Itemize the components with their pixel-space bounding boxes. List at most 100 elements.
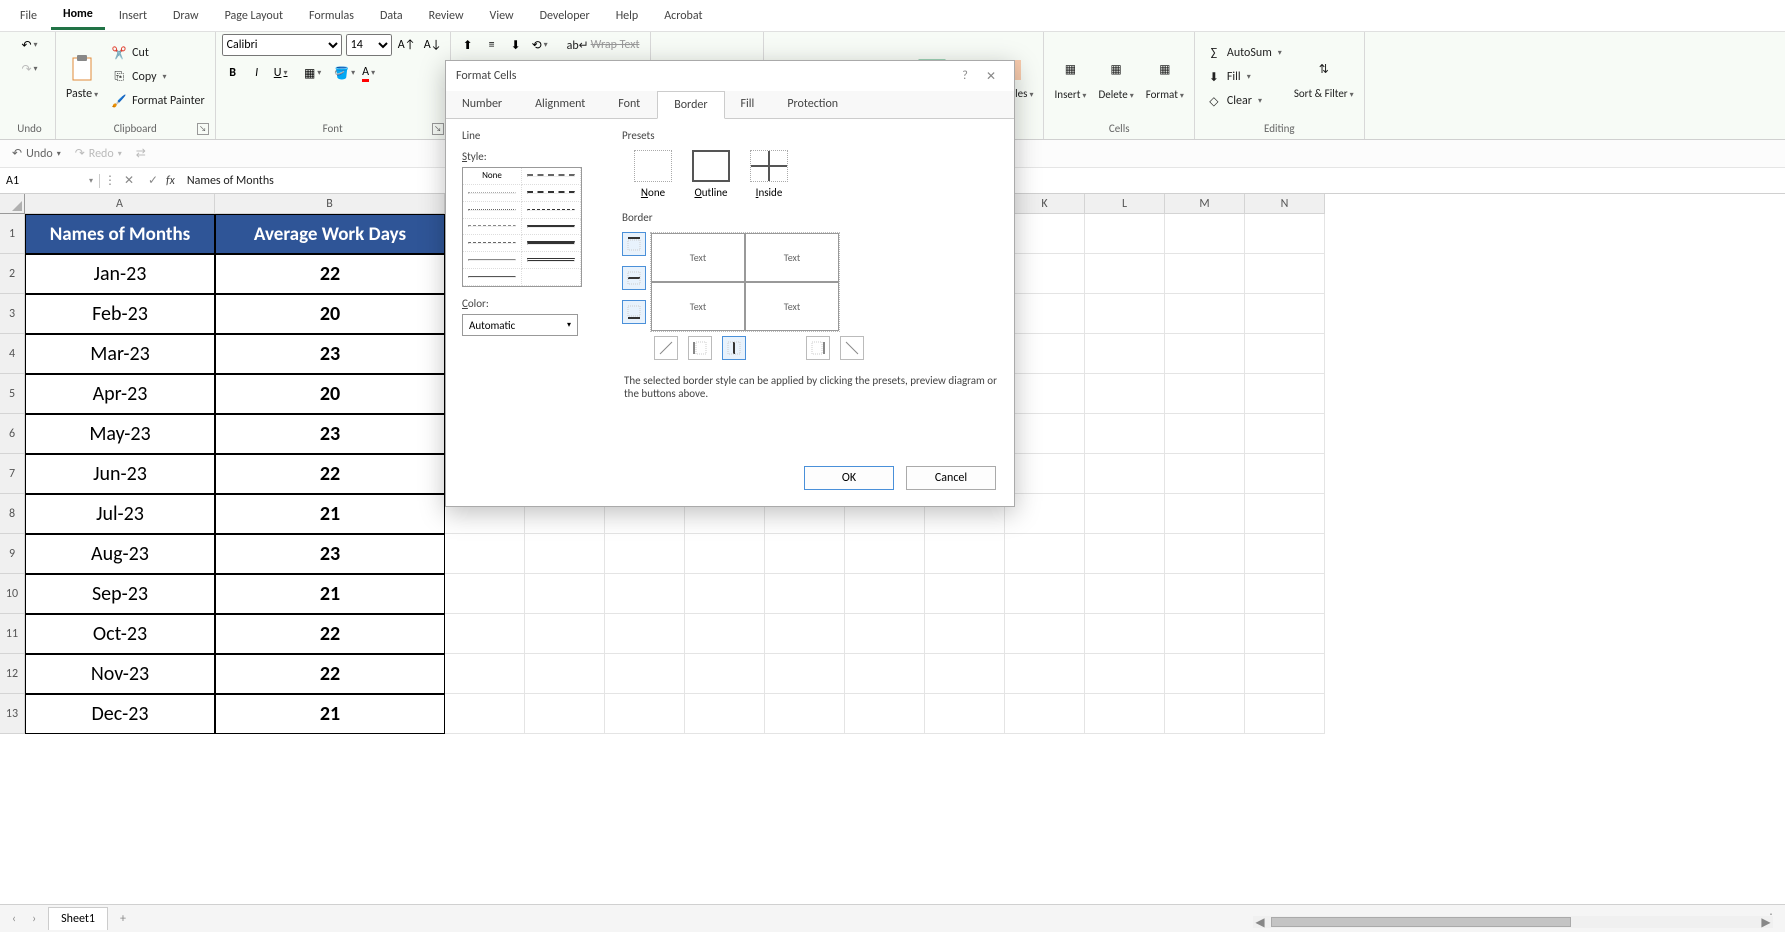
sheet-tab[interactable]: Sheet1	[48, 907, 108, 930]
cell[interactable]	[1085, 534, 1165, 574]
cell[interactable]	[1245, 454, 1325, 494]
menu-review[interactable]: Review	[417, 3, 476, 29]
cell[interactable]	[685, 654, 765, 694]
cell[interactable]	[1005, 294, 1085, 334]
cell[interactable]: Feb-23	[25, 294, 215, 334]
cell[interactable]	[525, 694, 605, 734]
dialog-tab-number[interactable]: Number	[446, 91, 519, 118]
delete-cells-button[interactable]: ▦Delete	[1094, 52, 1137, 103]
dialog-help-button[interactable]: ?	[952, 69, 978, 83]
row-header[interactable]: 2	[0, 254, 25, 294]
border-diag-down-button[interactable]	[840, 336, 864, 360]
cell[interactable]	[685, 694, 765, 734]
cell[interactable]	[1245, 414, 1325, 454]
menu-insert[interactable]: Insert	[107, 3, 159, 29]
cell[interactable]	[1005, 494, 1085, 534]
sheet-nav-next[interactable]: ›	[28, 912, 40, 926]
border-right-button[interactable]	[806, 336, 830, 360]
cell[interactable]	[1085, 414, 1165, 454]
cell[interactable]	[605, 574, 685, 614]
menu-view[interactable]: View	[478, 3, 526, 29]
cell[interactable]	[1165, 574, 1245, 614]
cell[interactable]	[1245, 694, 1325, 734]
cancel-formula-button[interactable]: ✕	[118, 170, 140, 192]
cell[interactable]	[525, 614, 605, 654]
cell[interactable]: 22	[215, 254, 445, 294]
paste-button[interactable]: Paste	[62, 51, 102, 103]
cell[interactable]	[445, 654, 525, 694]
row-header[interactable]: 9	[0, 534, 25, 574]
cell[interactable]: 23	[215, 414, 445, 454]
clear-button[interactable]: ◇Clear	[1201, 90, 1286, 112]
cell[interactable]: 21	[215, 694, 445, 734]
cell[interactable]	[1005, 414, 1085, 454]
cell[interactable]	[925, 654, 1005, 694]
cell[interactable]: Sep-23	[25, 574, 215, 614]
row-header[interactable]: 8	[0, 494, 25, 534]
cell[interactable]: Jul-23	[25, 494, 215, 534]
col-header[interactable]: L	[1085, 194, 1165, 214]
menu-draw[interactable]: Draw	[161, 3, 211, 29]
cell[interactable]	[1085, 694, 1165, 734]
cell[interactable]	[925, 534, 1005, 574]
row-header[interactable]: 7	[0, 454, 25, 494]
cancel-button[interactable]: Cancel	[906, 466, 996, 490]
cell[interactable]	[1085, 614, 1165, 654]
cell[interactable]: 22	[215, 654, 445, 694]
cell[interactable]	[845, 694, 925, 734]
menu-file[interactable]: File	[8, 3, 49, 29]
border-left-button[interactable]	[688, 336, 712, 360]
cell[interactable]	[845, 654, 925, 694]
border-top-button[interactable]	[622, 232, 646, 256]
font-size-select[interactable]: 14	[346, 34, 392, 56]
preset-inside[interactable]: Inside	[750, 150, 788, 199]
cell[interactable]	[1245, 654, 1325, 694]
dialog-tab-alignment[interactable]: Alignment	[519, 91, 602, 118]
preset-outline[interactable]: Outline	[692, 150, 730, 199]
cell[interactable]	[1005, 694, 1085, 734]
decrease-font-button[interactable]: A↓	[422, 34, 444, 56]
cell[interactable]	[1165, 294, 1245, 334]
row-header[interactable]: 3	[0, 294, 25, 334]
cell[interactable]	[1085, 334, 1165, 374]
cell[interactable]: Average Work Days	[215, 214, 445, 254]
cell[interactable]	[1245, 574, 1325, 614]
undo-button[interactable]: ↶	[19, 34, 41, 56]
dialog-launcher-icon[interactable]: ↘	[197, 123, 209, 135]
cell[interactable]	[605, 694, 685, 734]
row-header[interactable]: 13	[0, 694, 25, 734]
cell[interactable]	[445, 694, 525, 734]
select-all-button[interactable]	[0, 194, 25, 214]
qat-undo[interactable]: ↶ Undo ▾	[8, 144, 65, 163]
menu-developer[interactable]: Developer	[528, 3, 602, 29]
dialog-tab-border[interactable]: Border	[657, 91, 724, 119]
cell[interactable]	[445, 614, 525, 654]
row-header[interactable]: 10	[0, 574, 25, 614]
cell[interactable]: Nov-23	[25, 654, 215, 694]
cell[interactable]	[1245, 614, 1325, 654]
cell[interactable]	[765, 534, 845, 574]
cell[interactable]	[1245, 494, 1325, 534]
cell[interactable]: Apr-23	[25, 374, 215, 414]
cell[interactable]	[1005, 254, 1085, 294]
border-bottom-button[interactable]	[622, 300, 646, 324]
border-middle-v-button[interactable]	[722, 336, 746, 360]
italic-button[interactable]: I	[246, 62, 268, 84]
col-header[interactable]: A	[25, 194, 215, 214]
cell[interactable]	[1165, 654, 1245, 694]
cell[interactable]	[685, 534, 765, 574]
cell[interactable]	[1165, 494, 1245, 534]
row-header[interactable]: 6	[0, 414, 25, 454]
format-painter-button[interactable]: 🖌️Format Painter	[106, 90, 209, 112]
cell[interactable]	[845, 534, 925, 574]
cell[interactable]: Mar-23	[25, 334, 215, 374]
cell[interactable]: 22	[215, 454, 445, 494]
cell[interactable]	[445, 574, 525, 614]
cell[interactable]	[1085, 294, 1165, 334]
cell[interactable]	[1085, 574, 1165, 614]
cell[interactable]	[1165, 374, 1245, 414]
cell[interactable]	[605, 654, 685, 694]
cell[interactable]	[1165, 694, 1245, 734]
cell[interactable]: Jun-23	[25, 454, 215, 494]
enter-formula-button[interactable]: ✓	[142, 170, 164, 192]
